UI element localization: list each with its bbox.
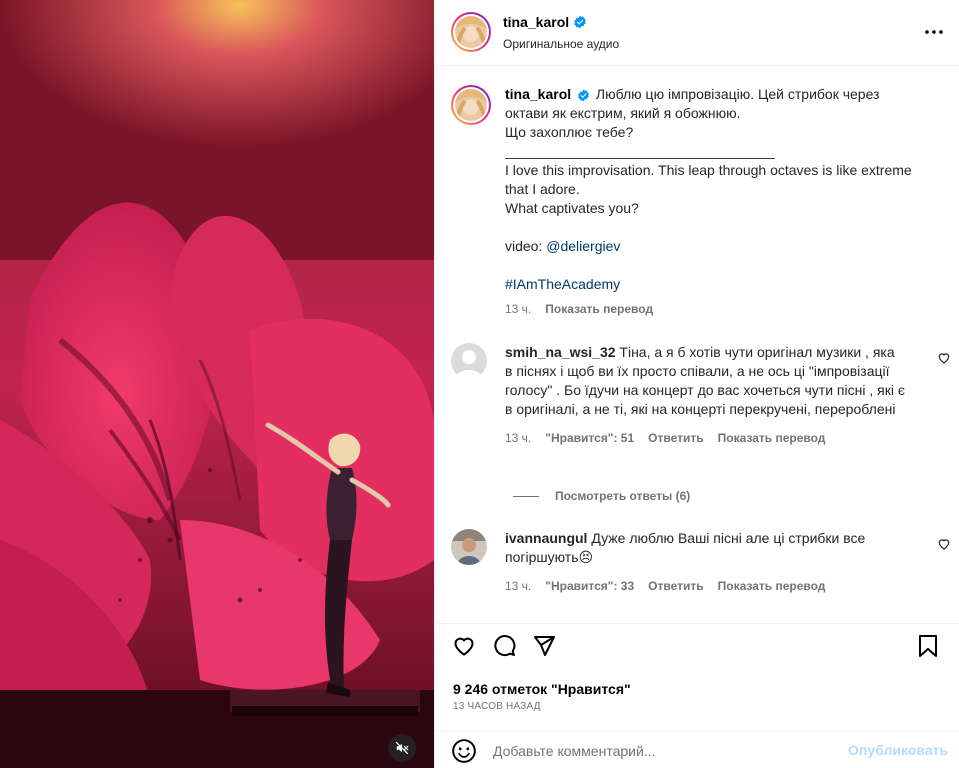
comment-time[interactable]: 13 ч. bbox=[505, 429, 531, 448]
caption-text: tina_karol Люблю цю імпровізацію. Цей ст… bbox=[505, 85, 925, 319]
comment-username[interactable]: smih_na_wsi_32 bbox=[505, 344, 616, 360]
commenter-avatar-image bbox=[451, 529, 487, 565]
video-credit-link[interactable]: @deliergiev bbox=[546, 238, 620, 254]
post-video[interactable] bbox=[0, 0, 434, 768]
verified-badge-icon bbox=[574, 15, 586, 29]
audio-label[interactable]: Оригинальное аудио bbox=[503, 37, 619, 51]
add-comment-bar: Опубликовать bbox=[435, 731, 959, 768]
more-horizontal-icon bbox=[925, 30, 943, 34]
caption-line-en: I love this improvisation. This leap thr… bbox=[505, 162, 912, 197]
comment-username[interactable]: ivannaungul bbox=[505, 530, 587, 546]
commenter-avatar[interactable] bbox=[451, 343, 487, 379]
post-sidebar: tina_karol Оригинальное аудио tina_karol… bbox=[434, 0, 959, 768]
bookmark-icon bbox=[919, 635, 937, 657]
comment-translate-button[interactable]: Показать перевод bbox=[718, 429, 826, 448]
share-button[interactable] bbox=[531, 633, 557, 659]
hashtag-link[interactable]: #IAmTheAcademy bbox=[505, 275, 925, 294]
emoji-icon[interactable] bbox=[451, 738, 477, 764]
comment-body: ivannaungul Дуже люблю Ваші пісні але ці… bbox=[505, 529, 905, 596]
view-replies-button[interactable]: Посмотреть ответы (6) bbox=[513, 489, 690, 503]
likes-count[interactable]: 9 246 отметок "Нравится" bbox=[453, 681, 631, 697]
post-header: tina_karol Оригинальное аудио bbox=[435, 0, 959, 66]
caption-translate-button[interactable]: Показать перевод bbox=[545, 300, 653, 319]
caption-username[interactable]: tina_karol bbox=[505, 86, 571, 102]
video-credit-prefix: video: bbox=[505, 238, 547, 254]
caption-video-credit: video: @deliergiev bbox=[505, 237, 925, 256]
comment-meta: 13 ч. "Нравится": 33 Ответить Показать п… bbox=[505, 577, 905, 596]
comment-input[interactable] bbox=[493, 740, 833, 762]
post-timestamp[interactable]: 13 ЧАСОВ НАЗАД bbox=[453, 701, 541, 712]
caption-meta: 13 ч. Показать перевод bbox=[505, 300, 925, 319]
author-avatar-image bbox=[455, 16, 487, 48]
author-username-text[interactable]: tina_karol bbox=[503, 14, 569, 30]
view-replies-label[interactable]: Посмотреть ответы (6) bbox=[555, 489, 690, 503]
speech-bubble-icon bbox=[494, 635, 516, 657]
heart-icon bbox=[454, 637, 474, 656]
mute-button[interactable] bbox=[388, 734, 416, 762]
comment-likes-count[interactable]: "Нравится": 33 bbox=[545, 577, 634, 596]
author-avatar[interactable] bbox=[451, 12, 491, 52]
comment-likes-count[interactable]: "Нравится": 51 bbox=[545, 429, 634, 448]
like-button[interactable] bbox=[451, 633, 477, 659]
reply-button[interactable]: Ответить bbox=[648, 577, 703, 596]
muted-speaker-icon bbox=[395, 741, 409, 755]
stage-scene-image bbox=[0, 0, 434, 768]
commenter-avatar[interactable] bbox=[451, 529, 487, 565]
replies-divider-line bbox=[513, 495, 539, 497]
default-avatar-icon bbox=[451, 343, 487, 379]
caption-question-en: What captivates you? bbox=[505, 200, 639, 216]
caption-avatar-image bbox=[455, 89, 487, 121]
comment-button[interactable] bbox=[491, 633, 517, 659]
save-button[interactable] bbox=[915, 633, 941, 659]
comment-time[interactable]: 13 ч. bbox=[505, 577, 531, 596]
post-dialog: tina_karol Оригинальное аудио tina_karol… bbox=[0, 0, 959, 768]
comment-like-heart-icon[interactable] bbox=[937, 351, 951, 365]
paper-plane-icon bbox=[534, 636, 555, 656]
caption-time[interactable]: 13 ч. bbox=[505, 300, 531, 319]
verified-badge-icon bbox=[578, 89, 589, 102]
more-options-button[interactable] bbox=[922, 22, 946, 42]
post-actions: 9 246 отметок "Нравится" 13 ЧАСОВ НАЗАД … bbox=[435, 623, 959, 768]
caption-author-avatar[interactable] bbox=[451, 85, 491, 125]
comment-body: smih_na_wsi_32 Тіна, а я б хотів чути ор… bbox=[505, 343, 905, 448]
comment-translate-button[interactable]: Показать перевод bbox=[718, 577, 826, 596]
comment-like-heart-icon[interactable] bbox=[937, 537, 951, 551]
caption-divider: ________________________________________ bbox=[505, 143, 775, 159]
comment-meta: 13 ч. "Нравится": 51 Ответить Показать п… bbox=[505, 429, 905, 448]
comments-list[interactable]: tina_karol Люблю цю імпровізацію. Цей ст… bbox=[435, 67, 959, 623]
caption-question-ua: Що захоплює тебе? bbox=[505, 124, 634, 140]
reply-button[interactable]: Ответить bbox=[648, 429, 703, 448]
author-username[interactable]: tina_karol bbox=[503, 14, 587, 30]
publish-button[interactable]: Опубликовать bbox=[848, 742, 948, 758]
